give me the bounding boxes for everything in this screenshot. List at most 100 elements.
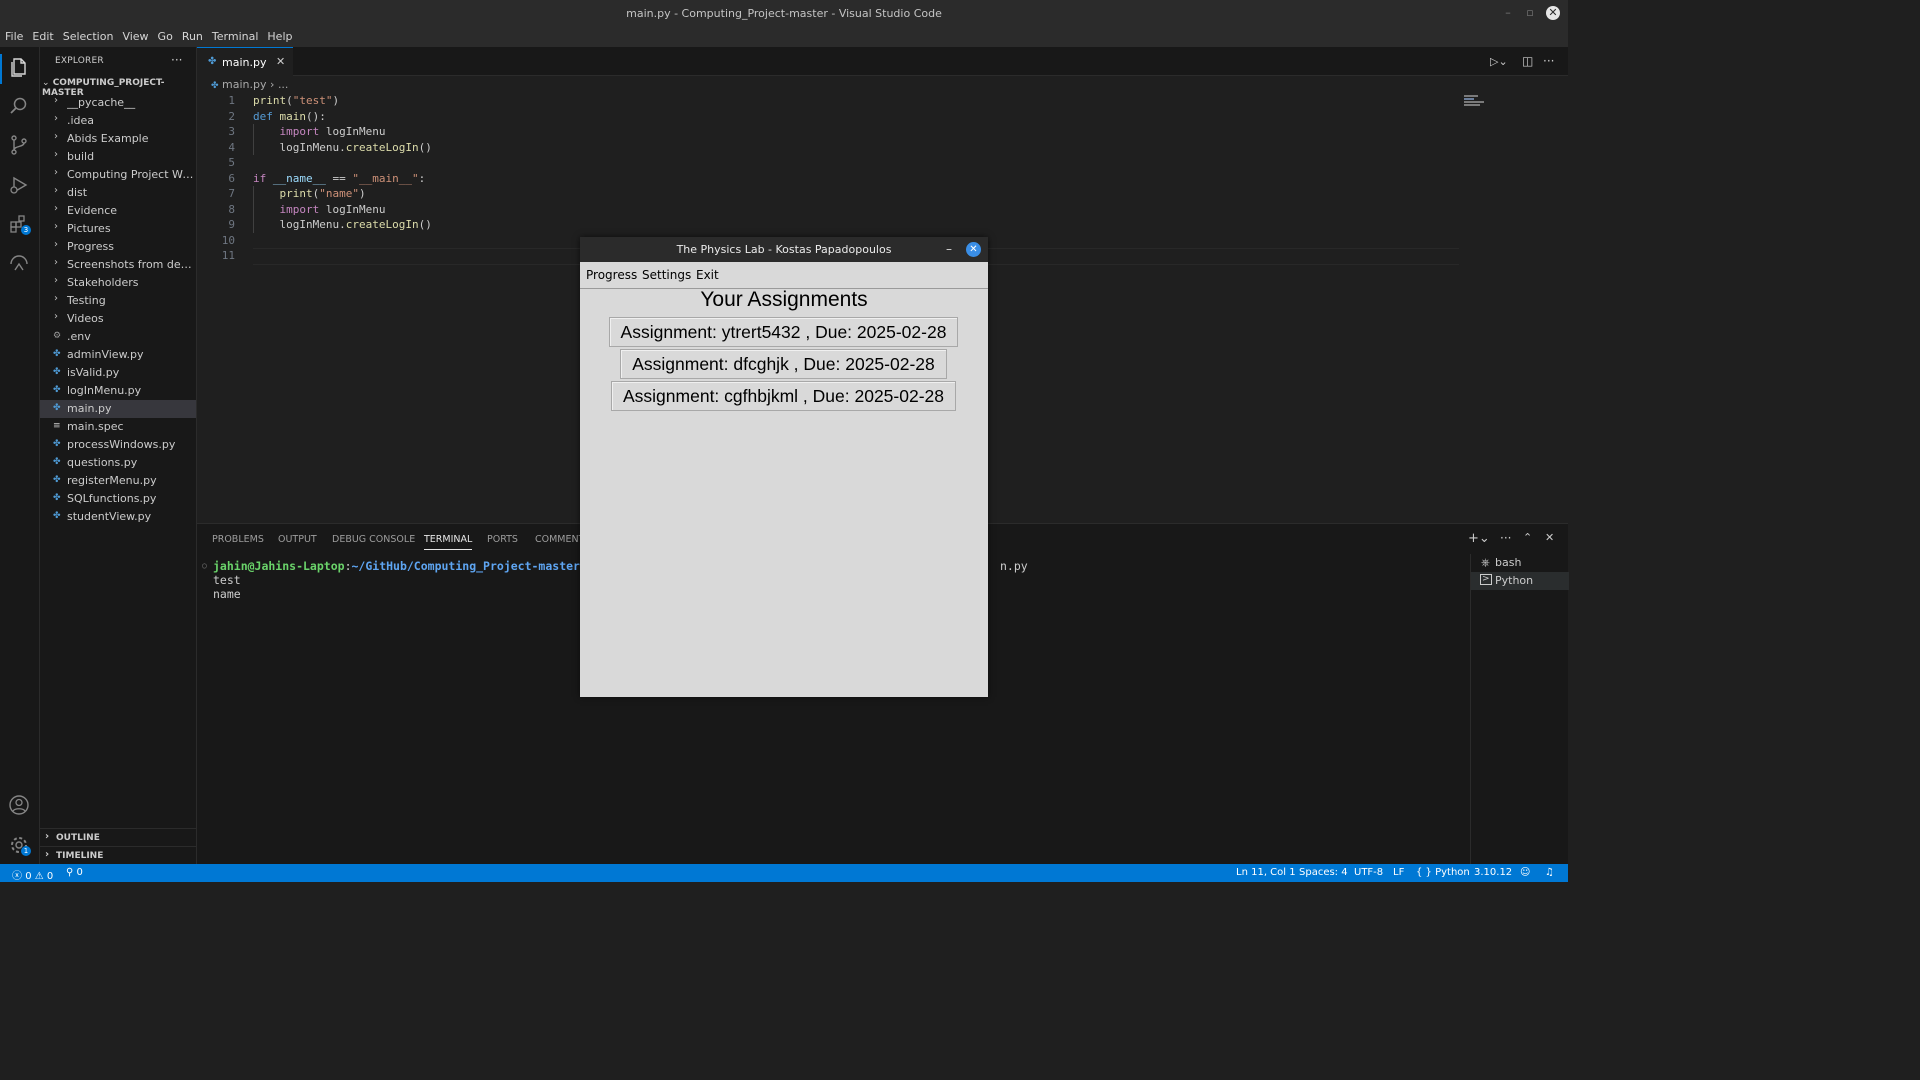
python-file-icon: ✤ [53, 493, 61, 503]
tree-folder[interactable]: › build [40, 148, 196, 166]
menu-progress[interactable]: Progress [586, 268, 637, 282]
cursor-position[interactable]: Ln 11, Col 1 [1236, 867, 1296, 878]
minimap[interactable] [1464, 95, 1486, 107]
tree-file[interactable]: ⚙ .env [40, 328, 196, 346]
dialog-title-bar[interactable]: The Physics Lab - Kostas Papadopoulos – … [580, 237, 988, 262]
dialog-minimize-icon[interactable]: – [946, 242, 952, 256]
outline-label: OUTLINE [56, 833, 100, 843]
account-icon[interactable] [8, 794, 30, 816]
source-control-icon[interactable] [8, 134, 30, 156]
breadcrumb-file[interactable]: main.py [222, 78, 266, 91]
menu-run[interactable]: Run [177, 26, 207, 43]
menu-selection[interactable]: Selection [58, 26, 118, 43]
dialog-close-icon[interactable]: ✕ [966, 242, 981, 257]
panel-more-icon[interactable]: ··· [1500, 531, 1511, 545]
close-panel-icon[interactable]: ✕ [1545, 531, 1554, 544]
maximize-panel-icon[interactable]: ⌃ [1523, 531, 1532, 544]
tree-folder[interactable]: › .idea [40, 112, 196, 130]
maximize-icon[interactable]: ▫ [1523, 6, 1537, 20]
assignment-button[interactable]: Assignment: cgfhbjkml , Due: 2025-02-28 [611, 381, 956, 411]
assignments-heading: Your Assignments [700, 288, 868, 311]
chevron-right-icon: › [45, 849, 50, 860]
search-icon[interactable] [8, 95, 30, 117]
tree-file[interactable]: ✤ logInMenu.py [40, 382, 196, 400]
tree-file[interactable]: ✤ processWindows.py [40, 436, 196, 454]
tree-file[interactable]: ✤ registerMenu.py [40, 472, 196, 490]
tree-item-label: Computing Project Writ... [67, 168, 195, 181]
breadcrumb-symbol[interactable]: ... [278, 78, 289, 91]
terminal-item-python[interactable]: > Python [1471, 572, 1569, 590]
tab-main-py[interactable]: ✤ main.py ✕ [197, 47, 293, 77]
error-count: 0 [25, 871, 32, 882]
explorer-icon[interactable] [8, 56, 30, 78]
encoding-status[interactable]: UTF-8 [1354, 867, 1383, 878]
run-python-icon[interactable]: ▷⌄ [1490, 55, 1508, 68]
tree-file[interactable]: ✤ main.py [40, 400, 196, 418]
line-number: 10 [221, 233, 235, 247]
copilot-icon[interactable]: ☺ [1520, 867, 1530, 878]
tree-folder[interactable]: › Progress [40, 238, 196, 256]
menu-go[interactable]: Go [153, 26, 177, 43]
close-icon[interactable]: ✕ [1546, 6, 1560, 20]
menu-bar: File Edit Selection View Go Run Terminal Help [0, 26, 1568, 47]
terminal-output-line: name [213, 587, 241, 601]
line-number: 11 [221, 249, 235, 262]
new-terminal-icon[interactable]: +⌄ [1468, 531, 1490, 546]
code-line: import logInMenu [253, 201, 385, 217]
eol-status[interactable]: LF [1393, 867, 1404, 878]
tree-item-label: .env [67, 330, 91, 343]
python-version[interactable]: 3.10.12 [1474, 867, 1512, 878]
assignment-button[interactable]: Assignment: dfcghjk , Due: 2025-02-28 [620, 349, 947, 379]
menu-file[interactable]: File [0, 26, 27, 43]
more-actions-icon[interactable]: ··· [171, 53, 182, 67]
tab-problems[interactable]: PROBLEMS [212, 534, 264, 545]
editor-more-icon[interactable]: ··· [1543, 54, 1554, 68]
tab-terminal[interactable]: TERMINAL [424, 534, 473, 550]
close-tab-icon[interactable]: ✕ [276, 55, 285, 68]
assignment-button[interactable]: Assignment: ytrert5432 , Due: 2025-02-28 [609, 317, 958, 347]
indentation-status[interactable]: Spaces: 4 [1299, 867, 1348, 878]
tree-folder[interactable]: › Evidence [40, 202, 196, 220]
line-number: 1 [228, 94, 235, 107]
menu-view[interactable]: View [117, 26, 152, 43]
timeline-section[interactable]: › TIMELINE [40, 846, 196, 865]
split-editor-icon[interactable]: ◫ [1522, 54, 1533, 68]
tree-folder[interactable]: › Videos [40, 310, 196, 328]
tree-folder[interactable]: › __pycache__ [40, 94, 196, 112]
tree-file[interactable]: ✤ adminView.py [40, 346, 196, 364]
python-file-icon: ✤ [53, 385, 61, 395]
tab-ports[interactable]: PORTS [487, 534, 518, 545]
remote-explorer-icon[interactable] [8, 252, 30, 274]
tree-folder[interactable]: › Screenshots from devel... [40, 256, 196, 274]
tree-file[interactable]: ✤ studentView.py [40, 508, 196, 526]
menu-exit[interactable]: Exit [696, 268, 719, 282]
tree-folder[interactable]: › dist [40, 184, 196, 202]
tree-file[interactable]: ✤ isValid.py [40, 364, 196, 382]
menu-help[interactable]: Help [262, 26, 296, 43]
breadcrumb: ✤ main.py › ... [211, 78, 288, 91]
prompt-end: n.py [1000, 559, 1028, 573]
tree-file[interactable]: ≡ main.spec [40, 418, 196, 436]
tree-file[interactable]: ✤ SQLfunctions.py [40, 490, 196, 508]
tree-folder[interactable]: › Abids Example [40, 130, 196, 148]
tree-folder[interactable]: › Stakeholders [40, 274, 196, 292]
problems-status[interactable]: ⓧ 0 ⚠ 0 [12, 867, 53, 882]
bell-icon[interactable]: ♫ [1545, 867, 1554, 878]
language-status[interactable]: { } Python [1416, 867, 1470, 878]
chevron-right-icon: › [54, 239, 58, 250]
tab-output[interactable]: OUTPUT [278, 534, 317, 545]
menu-settings[interactable]: Settings [642, 268, 691, 282]
menu-edit[interactable]: Edit [27, 26, 57, 43]
tab-debug-console[interactable]: DEBUG CONSOLE [332, 534, 415, 545]
terminal-item-bash[interactable]: ⎈ bash [1471, 554, 1569, 572]
menu-terminal[interactable]: Terminal [207, 26, 263, 43]
tree-folder[interactable]: › Pictures [40, 220, 196, 238]
minimize-icon[interactable]: – [1501, 6, 1515, 20]
code-line: print("name") [253, 186, 366, 202]
outline-section[interactable]: › OUTLINE [40, 828, 196, 847]
ports-status[interactable]: ⚲ 0 [66, 867, 83, 878]
tree-folder[interactable]: › Computing Project Writ... [40, 166, 196, 184]
tree-folder[interactable]: › Testing [40, 292, 196, 310]
tree-file[interactable]: ✤ questions.py [40, 454, 196, 472]
run-debug-icon[interactable] [8, 174, 30, 196]
